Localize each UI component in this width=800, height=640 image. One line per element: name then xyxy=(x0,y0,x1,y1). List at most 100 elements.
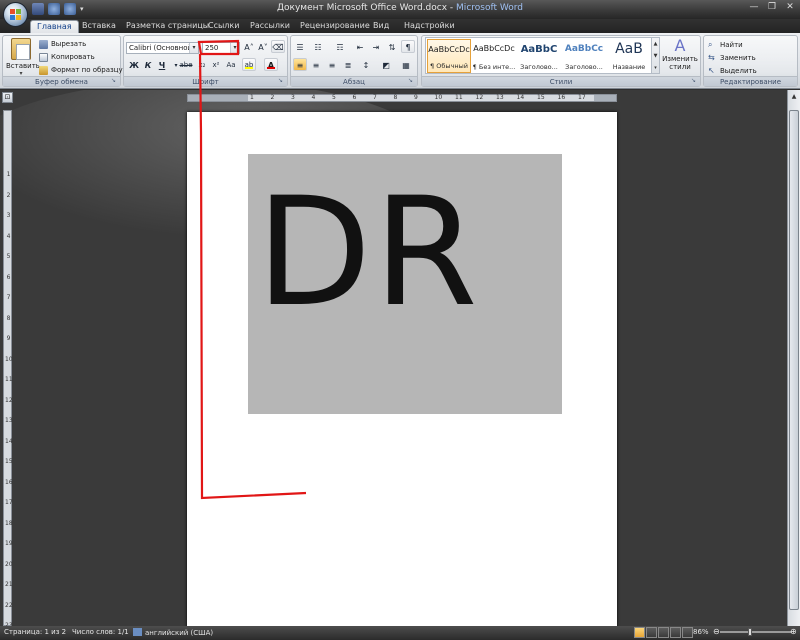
minimize-button[interactable]: — xyxy=(748,2,760,12)
style-normal[interactable]: AaBbCcDc ¶ Обычный xyxy=(427,39,471,73)
change-styles-button[interactable]: A Изменить стили xyxy=(662,37,698,77)
font-launcher-icon[interactable]: ↘ xyxy=(278,77,286,85)
zoom-slider-knob[interactable] xyxy=(748,628,753,636)
strikethrough-button[interactable]: abe xyxy=(179,59,193,72)
vertical-scrollbar[interactable]: ▲ xyxy=(787,90,800,626)
zoom-slider[interactable] xyxy=(720,628,792,636)
style-heading-1-name: Заголово... xyxy=(520,63,558,71)
font-color-button[interactable]: A xyxy=(264,58,278,71)
outline-view-icon[interactable] xyxy=(670,627,681,638)
tab-addins[interactable]: Надстройки xyxy=(398,20,461,33)
tab-insert[interactable]: Вставка xyxy=(76,20,122,33)
page-count[interactable]: Страница: 1 из 2 xyxy=(4,628,66,636)
styles-launcher-icon[interactable]: ↘ xyxy=(691,77,699,85)
office-button[interactable] xyxy=(3,2,28,27)
grow-font-button[interactable]: A˄ xyxy=(242,41,256,54)
cut-button[interactable]: Вырезать xyxy=(39,39,86,50)
highlight-button[interactable]: ab xyxy=(242,58,256,71)
ruler-number: 16 xyxy=(557,94,566,101)
ruler-number: 10 xyxy=(434,94,443,101)
tab-page-layout[interactable]: Разметка страницы xyxy=(120,20,215,33)
italic-button[interactable]: К xyxy=(141,59,155,72)
tab-mailings[interactable]: Рассылки xyxy=(244,20,296,33)
zoom-in-icon[interactable]: ⊕ xyxy=(790,627,797,636)
style-heading-2-name: Заголово... xyxy=(565,63,603,71)
sort-icon[interactable]: ⇅ xyxy=(385,41,399,54)
zoom-out-icon[interactable]: ⊖ xyxy=(713,627,720,636)
styles-gallery: AaBbCcDc ¶ Обычный AaBbCcDc ¶ Без инте... … xyxy=(425,37,657,74)
document-text[interactable]: DR xyxy=(256,178,480,328)
web-layout-view-icon[interactable] xyxy=(658,627,669,638)
title-bar: ▾ Документ Microsoft Office Word.docx - … xyxy=(0,0,800,19)
full-screen-view-icon[interactable] xyxy=(646,627,657,638)
copy-button[interactable]: Копировать xyxy=(39,52,95,63)
print-layout-view-icon[interactable] xyxy=(634,627,645,638)
replace-button[interactable]: ⇆ Заменить xyxy=(708,52,756,64)
align-right-icon[interactable]: ≡ xyxy=(325,59,339,72)
close-button[interactable]: ✕ xyxy=(784,2,796,12)
styles-gallery-scroll[interactable]: ▲ ▼ ▾ xyxy=(651,37,660,74)
font-size-arrow-icon[interactable]: ▾ xyxy=(230,43,239,53)
font-name-arrow-icon[interactable]: ▾ xyxy=(189,43,198,53)
horizontal-ruler[interactable]: 1 2 3 4 5 6 7 8 9 10 11 12 13 14 15 16 17 xyxy=(187,94,617,102)
ruler-toggle-button[interactable]: ⊡ xyxy=(2,92,13,103)
binoculars-icon: ⌕ xyxy=(708,40,713,49)
bold-button[interactable]: Ж xyxy=(127,59,141,72)
clipboard-launcher-icon[interactable]: ↘ xyxy=(111,77,119,85)
tab-review[interactable]: Рецензирование xyxy=(294,20,376,33)
font-size-select[interactable]: 250 ▾ xyxy=(202,42,240,54)
align-center-icon[interactable]: ≡ xyxy=(309,59,323,72)
status-bar: Страница: 1 из 2 Число слов: 1/1 английс… xyxy=(0,626,800,640)
vruler-number: 22 xyxy=(5,601,13,609)
bullets-icon[interactable]: ☰ xyxy=(293,41,307,54)
format-painter-label: Формат по образцу xyxy=(51,66,123,74)
font-name-select[interactable]: Calibri (Основной текст)▾ xyxy=(126,42,199,54)
vertical-ruler[interactable]: 1 2 3 4 5 6 7 8 9 10 11 12 13 14 15 16 17 18 19 20 21 22 23 xyxy=(3,110,13,626)
ruler-number: 2 xyxy=(270,94,275,101)
justify-icon[interactable]: ≣ xyxy=(341,59,355,72)
word-count[interactable]: Число слов: 1/1 xyxy=(72,628,129,636)
multilevel-list-icon[interactable]: ☶ xyxy=(333,41,347,54)
vruler-number: 13 xyxy=(5,417,13,424)
ruler-number: 15 xyxy=(537,94,545,101)
show-marks-icon[interactable]: ¶ xyxy=(401,40,415,53)
document-page[interactable]: DR xyxy=(187,112,617,626)
paragraph-group-label: Абзац xyxy=(291,76,417,86)
editing-group-label: Редактирование xyxy=(704,76,797,86)
vruler-number: 20 xyxy=(5,560,13,568)
language-indicator[interactable]: английский (США) xyxy=(133,628,213,637)
style-heading-1[interactable]: AaBbC Заголово... xyxy=(517,39,561,73)
superscript-button[interactable]: x² xyxy=(209,59,223,72)
tab-home[interactable]: Главная xyxy=(30,20,79,33)
increase-indent-icon[interactable]: ⇥ xyxy=(369,41,383,54)
change-case-button[interactable]: Aa xyxy=(224,59,238,72)
underline-button[interactable]: Ч xyxy=(155,59,169,72)
draft-view-icon[interactable] xyxy=(682,627,693,638)
maximize-button[interactable]: ❐ xyxy=(766,2,778,12)
shrink-font-button[interactable]: A˅ xyxy=(256,41,270,54)
borders-icon[interactable]: ▦ xyxy=(399,59,413,72)
zoom-level[interactable]: 86% xyxy=(693,628,709,636)
clear-format-button[interactable]: ⌫ xyxy=(271,40,285,53)
tab-references[interactable]: Ссылки xyxy=(202,20,245,33)
tab-view[interactable]: Вид xyxy=(367,20,395,33)
style-title[interactable]: AaB Название xyxy=(607,39,651,73)
vruler-number: 11 xyxy=(5,376,13,383)
subscript-button[interactable]: x₂ xyxy=(195,59,209,72)
shading-icon[interactable]: ◩ xyxy=(379,59,393,72)
decrease-indent-icon[interactable]: ⇤ xyxy=(353,41,367,54)
scrollbar-thumb[interactable] xyxy=(789,110,799,610)
style-no-spacing[interactable]: AaBbCcDc ¶ Без инте... xyxy=(472,39,516,73)
paste-button[interactable]: Вставить ▾ xyxy=(6,38,40,78)
ruler-number: 3 xyxy=(291,94,295,101)
text-box[interactable]: DR xyxy=(248,154,562,414)
numbering-icon[interactable]: ☷ xyxy=(311,41,325,54)
find-button[interactable]: ⌕ Найти xyxy=(708,39,743,51)
cut-label: Вырезать xyxy=(51,40,87,48)
style-heading-2[interactable]: AaBbCc Заголово... xyxy=(562,39,606,73)
scroll-up-icon[interactable]: ▲ xyxy=(789,92,799,102)
line-spacing-icon[interactable]: ↕ xyxy=(359,59,373,72)
align-left-icon[interactable]: ≡ xyxy=(293,58,307,71)
format-painter-button[interactable]: Формат по образцу xyxy=(39,65,123,76)
paragraph-launcher-icon[interactable]: ↘ xyxy=(408,77,416,85)
